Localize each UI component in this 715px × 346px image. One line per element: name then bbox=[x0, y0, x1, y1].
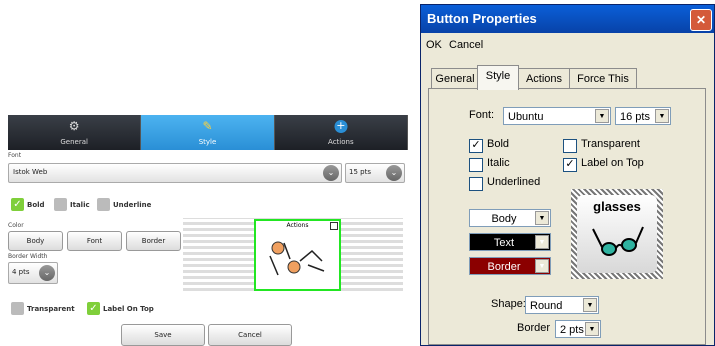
glasses-icon bbox=[592, 226, 644, 256]
italic-label: Italic bbox=[487, 157, 510, 169]
border-color-value: Border bbox=[487, 261, 521, 273]
save-button[interactable]: Save bbox=[121, 324, 205, 346]
tab-actions[interactable]: Actions bbox=[517, 68, 571, 89]
bold-checkbox[interactable]: ✓ bbox=[469, 139, 483, 153]
preview-button[interactable]: glasses bbox=[577, 195, 657, 273]
underlined-checkbox[interactable] bbox=[469, 177, 483, 191]
bold-label: Bold bbox=[487, 138, 510, 150]
preview-button[interactable]: Actions bbox=[254, 219, 341, 291]
title-bar: Button Properties ✕ bbox=[421, 5, 714, 33]
chevron-down-icon[interactable]: ▼ bbox=[585, 322, 599, 336]
label-on-top-label: Label On Top bbox=[103, 305, 154, 313]
transparent-checkbox[interactable] bbox=[11, 302, 24, 315]
border-label: Border bbox=[517, 322, 551, 334]
border-color-button[interactable]: Border bbox=[126, 231, 181, 251]
chevron-down-icon[interactable]: ▼ bbox=[595, 109, 609, 123]
chevron-down-icon[interactable]: ▼ bbox=[535, 235, 549, 249]
font-value: Ubuntu bbox=[508, 111, 544, 123]
plus-circle-icon: + bbox=[334, 119, 348, 133]
chevron-down-icon[interactable]: ⌄ bbox=[386, 165, 402, 181]
font-size-value: 16 pts bbox=[620, 111, 650, 123]
font-size-value: 15 pts bbox=[349, 168, 371, 176]
actions-symbol-icon bbox=[269, 241, 325, 276]
tab-style[interactable]: Style bbox=[477, 65, 519, 90]
menu-cancel[interactable]: Cancel bbox=[449, 39, 483, 51]
tab-general[interactable]: ⚙ General bbox=[8, 115, 142, 150]
dialog-title: Button Properties bbox=[427, 11, 537, 26]
underline-checkbox[interactable] bbox=[97, 198, 110, 211]
font-color-button[interactable]: Font bbox=[67, 231, 122, 251]
menu-ok[interactable]: OK bbox=[426, 39, 442, 51]
chevron-down-icon[interactable]: ▼ bbox=[655, 109, 669, 123]
underlined-label: Underlined bbox=[487, 176, 541, 188]
chevron-down-icon[interactable]: ▼ bbox=[535, 259, 549, 273]
chevron-down-icon[interactable]: ▼ bbox=[583, 298, 597, 312]
font-select[interactable]: Istok Web ⌄ bbox=[8, 163, 342, 183]
tab-general[interactable]: General bbox=[431, 68, 479, 89]
preview-label: glasses bbox=[593, 199, 641, 214]
tab-bar: ⚙ General ✎ Style + Actions bbox=[8, 115, 408, 150]
tab-style-label: Style bbox=[198, 138, 217, 146]
label-on-top-label: Label on Top bbox=[581, 157, 644, 169]
transparent-label: Transparent bbox=[581, 138, 640, 150]
tab-general-label: General bbox=[60, 138, 88, 146]
text-color-select[interactable]: Text ▼ bbox=[469, 233, 551, 251]
transparent-checkbox[interactable] bbox=[563, 139, 577, 153]
font-select-value: Istok Web bbox=[13, 168, 48, 176]
preview-label: Actions bbox=[286, 222, 309, 229]
italic-checkbox[interactable] bbox=[469, 158, 483, 172]
brush-icon: ✎ bbox=[202, 119, 213, 133]
tab-actions[interactable]: + Actions bbox=[274, 115, 408, 150]
italic-checkbox[interactable] bbox=[54, 198, 67, 211]
border-width-select[interactable]: 4 pts ⌄ bbox=[8, 262, 58, 284]
shape-label: Shape: bbox=[491, 298, 526, 310]
close-button[interactable]: ✕ bbox=[690, 9, 712, 31]
tab-actions-label: Actions bbox=[328, 138, 354, 146]
preview-frame: glasses bbox=[571, 189, 663, 279]
italic-label: Italic bbox=[70, 201, 90, 209]
corner-marker-icon bbox=[330, 222, 338, 230]
color-label: Color bbox=[8, 222, 24, 229]
tablet-style-panel: ⚙ General ✎ Style + Actions Font Istok W… bbox=[8, 115, 408, 346]
underline-label: Underline bbox=[113, 201, 152, 209]
chevron-down-icon[interactable]: ⌄ bbox=[323, 165, 339, 181]
bold-checkbox[interactable]: ✓ bbox=[11, 198, 24, 211]
tab-style[interactable]: ✎ Style bbox=[141, 115, 275, 150]
label-on-top-checkbox[interactable]: ✓ bbox=[87, 302, 100, 315]
chevron-down-icon[interactable]: ▼ bbox=[535, 211, 549, 225]
shape-select[interactable]: Round ▼ bbox=[525, 296, 599, 314]
body-color-value: Body bbox=[491, 213, 517, 225]
button-properties-dialog: Button Properties ✕ OK Cancel General St… bbox=[420, 4, 715, 346]
cancel-button[interactable]: Cancel bbox=[208, 324, 292, 346]
bold-label: Bold bbox=[27, 201, 45, 209]
border-width-select[interactable]: 2 pts ▼ bbox=[555, 320, 601, 338]
tab-force-this[interactable]: Force This bbox=[569, 68, 637, 89]
text-color-value: Text bbox=[493, 237, 515, 249]
font-select[interactable]: Ubuntu ▼ bbox=[503, 107, 611, 125]
body-color-button[interactable]: Body bbox=[8, 231, 63, 251]
style-pane: Font: Ubuntu ▼ 16 pts ▼ ✓ Bold Italic Un… bbox=[428, 88, 706, 345]
font-label: Font: bbox=[469, 109, 495, 121]
font-label: Font bbox=[8, 152, 22, 159]
font-size-select[interactable]: 15 pts ⌄ bbox=[345, 163, 405, 183]
border-width-value: 2 pts bbox=[560, 324, 584, 336]
shape-value: Round bbox=[530, 300, 563, 312]
border-width-value: 4 pts bbox=[12, 268, 30, 276]
border-color-select[interactable]: Border ▼ bbox=[469, 257, 551, 275]
chevron-down-icon[interactable]: ⌄ bbox=[39, 265, 55, 281]
font-size-select[interactable]: 16 pts ▼ bbox=[615, 107, 671, 125]
label-on-top-checkbox[interactable]: ✓ bbox=[563, 158, 577, 172]
transparent-label: Transparent bbox=[27, 305, 75, 313]
gear-icon: ⚙ bbox=[68, 119, 80, 133]
body-color-select[interactable]: Body ▼ bbox=[469, 209, 551, 227]
border-width-label: Border Width bbox=[8, 253, 48, 260]
